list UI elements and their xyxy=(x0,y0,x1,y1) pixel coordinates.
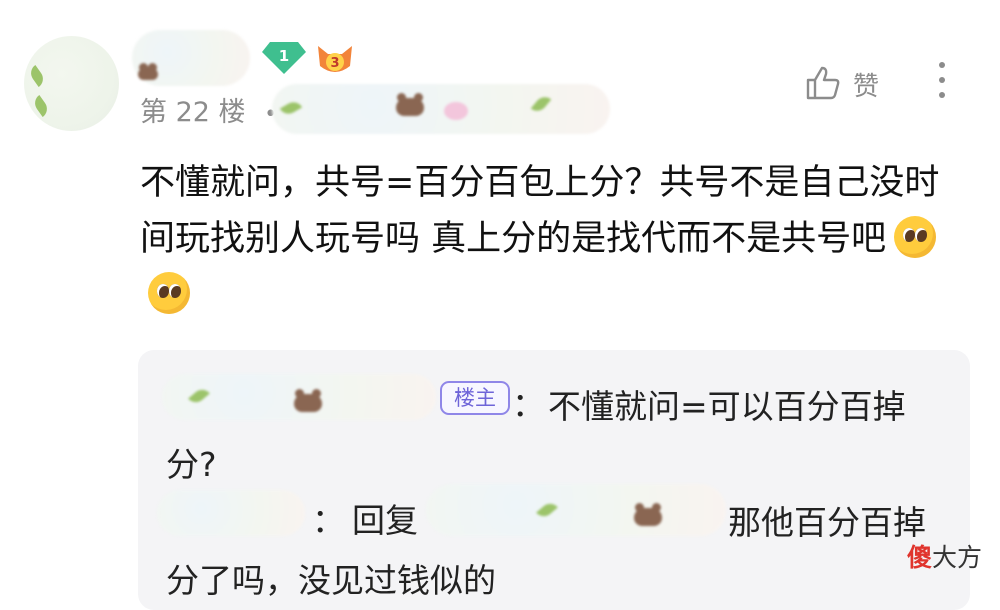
watermark-char: 傻 xyxy=(907,543,933,572)
floor-label: 第 22 楼 • xyxy=(140,90,277,129)
reply-text: 不懂就问=可以百分百掉分? xyxy=(166,387,906,484)
leaf-decoration xyxy=(27,64,47,88)
leaf-decoration xyxy=(31,94,51,118)
pleading-face-emoji-icon xyxy=(148,272,190,314)
comment-body: 不懂就问，共号=百分百包上分？共号不是自己没时间玩找别人玩号吗 真上分的是找代而… xyxy=(140,155,960,323)
thumbs-up-icon[interactable] xyxy=(804,64,842,102)
reply-text: 那他百分百掉分了吗，没见过钱似的 xyxy=(166,503,926,600)
like-label[interactable]: 赞 xyxy=(853,66,879,103)
heart-sticker-icon xyxy=(444,102,468,120)
more-options-icon[interactable] xyxy=(934,62,950,104)
user-signature-blurred xyxy=(272,84,610,134)
floor-number: 第 22 楼 xyxy=(140,97,246,128)
extra-badge-value: 3 xyxy=(330,56,339,71)
bear-sticker xyxy=(138,63,158,80)
avatar[interactable] xyxy=(24,36,119,131)
username-blurred[interactable] xyxy=(132,30,250,86)
fox-badge-icon: 3 xyxy=(318,46,352,72)
level-badge-value: 1 xyxy=(279,47,289,65)
pleading-face-emoji-icon xyxy=(894,216,937,258)
level-badge-icon: 1 xyxy=(262,42,306,74)
comment-text: 不懂就问，共号=百分百包上分？共号不是自己没时间玩找别人玩号吗 真上分的是找代而… xyxy=(140,163,940,259)
bear-sticker xyxy=(396,93,424,116)
leaf-decoration xyxy=(279,98,303,118)
watermark: 傻大方 xyxy=(907,538,982,574)
watermark-text: 大方 xyxy=(932,543,983,572)
leaf-decoration xyxy=(530,93,552,115)
